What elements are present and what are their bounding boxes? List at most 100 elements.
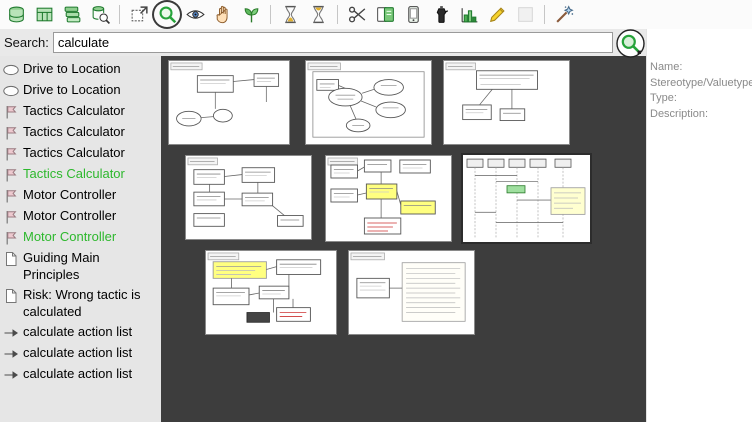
result-list-item-label: Tactics Calculator [23,103,125,120]
search-bar: Search: [0,29,646,56]
hourglass2-icon [308,4,329,25]
flag-icon [3,209,20,225]
result-list-item-label: Drive to Location [23,61,121,78]
hand-button[interactable] [210,2,236,27]
magnifier-icon [615,28,647,59]
result-list-item[interactable]: Motor Controller [0,185,161,206]
result-list-item[interactable]: Motor Controller [0,206,161,227]
database-search-button[interactable] [87,2,113,27]
diagram-thumbnail-usecase[interactable] [305,60,432,145]
usecase-icon [3,62,20,78]
scissors-button[interactable] [344,2,370,27]
mobile-icon [403,4,424,25]
result-list-item-label: Risk: Wrong tactic is calculated [23,287,159,320]
diagram-thumbnail-blocks[interactable] [185,155,312,240]
zoom-icon [157,4,178,25]
flag-icon [3,167,20,183]
result-list-item-label: calculate action list [23,324,132,341]
arrow-icon [3,346,20,362]
database-layers-button[interactable] [59,2,85,27]
diagram-canvas [161,56,646,422]
result-list-item[interactable]: Tactics Calculator [0,143,161,164]
hourglass-button[interactable] [277,2,303,27]
mobile-button[interactable] [400,2,426,27]
ink-bottle-icon [431,4,452,25]
chart-button[interactable] [456,2,482,27]
result-list-item-label: Drive to Location [23,82,121,99]
property-label: Type: [650,91,752,107]
toolbar-separator [544,5,545,24]
result-list-item[interactable]: Tactics Calculator [0,101,161,122]
result-list-item[interactable]: Motor Controller [0,227,161,248]
diagram-thumbnail-note[interactable] [348,250,475,335]
flag-icon [3,230,20,246]
plant-button[interactable] [238,2,264,27]
new-window-button[interactable] [126,2,152,27]
usecase-icon [3,83,20,99]
blank-icon [515,4,536,25]
plant-icon [241,4,262,25]
diagram-thumbnail-sequence[interactable] [461,153,592,244]
eye-button[interactable] [182,2,208,27]
properties-panel: Name:Stereotype/Valuetype:Type:Descripti… [646,29,752,422]
diagram-thumbnail-classes-highlight[interactable] [205,250,337,335]
cards-button[interactable] [372,2,398,27]
pencil-icon [487,4,508,25]
result-list-item-label: calculate action list [23,366,132,383]
wand-icon [554,4,575,25]
result-list-item-label: Guiding Main Principles [23,250,159,283]
result-list-item[interactable]: Risk: Wrong tactic is calculated [0,285,161,322]
property-label: Stereotype/Valuetype: [650,76,752,92]
scissors-icon [347,4,368,25]
eye-icon [185,4,206,25]
result-list-item[interactable]: Drive to Location [0,59,161,80]
result-list-item-label: Motor Controller [23,208,116,225]
diagram-thumbnail-composite[interactable] [168,60,290,145]
result-list-item-label: Tactics Calculator [23,124,125,141]
search-label: Search: [4,35,49,50]
database-tables-icon [34,4,55,25]
ink-bottle-button[interactable] [428,2,454,27]
arrow-icon [3,367,20,383]
result-list-item[interactable]: calculate action list [0,322,161,343]
result-list-item-label: Motor Controller [23,229,116,246]
toolbar-separator [270,5,271,24]
toolbar-separator [119,5,120,24]
result-list-item[interactable]: Drive to Location [0,80,161,101]
database-button[interactable] [3,2,29,27]
result-list-item[interactable]: Tactics Calculator [0,122,161,143]
database-green-icon [6,4,27,25]
search-input[interactable] [53,32,613,53]
blank-button[interactable] [512,2,538,27]
hourglass-run-button[interactable] [305,2,331,27]
result-list-item[interactable]: calculate action list [0,364,161,385]
magnifier-toggle-button[interactable] [615,28,647,59]
hourglass-icon [280,4,301,25]
result-list-item[interactable]: Guiding Main Principles [0,248,161,285]
search-tool-window: Search: Drive to LocationDrive to Locati… [0,0,752,422]
diagram-thumbnail-structure[interactable] [443,60,570,145]
wand-button[interactable] [551,2,577,27]
pencil-button[interactable] [484,2,510,27]
hand-icon [213,4,234,25]
database-tables-button[interactable] [31,2,57,27]
zoom-button[interactable] [154,2,180,27]
new-window-icon [129,4,150,25]
flag-icon [3,146,20,162]
result-list-item[interactable]: calculate action list [0,343,161,364]
database-layers-icon [62,4,83,25]
cards-icon [375,4,396,25]
result-list-item-label: Motor Controller [23,187,116,204]
flag-icon [3,125,20,141]
toolbar-separator [337,5,338,24]
property-label: Name: [650,60,752,76]
arrow-icon [3,325,20,341]
result-list-item-label: Tactics Calculator [23,166,125,183]
chart-icon [459,4,480,25]
property-label: Description: [650,107,752,123]
document-icon [3,288,20,304]
result-list-item-label: Tactics Calculator [23,145,125,162]
result-list-item[interactable]: Tactics Calculator [0,164,161,185]
diagram-thumbnail-blocks-highlight[interactable] [325,155,452,242]
search-results-list: Drive to Location Drive to Location Tactic… [0,56,161,422]
